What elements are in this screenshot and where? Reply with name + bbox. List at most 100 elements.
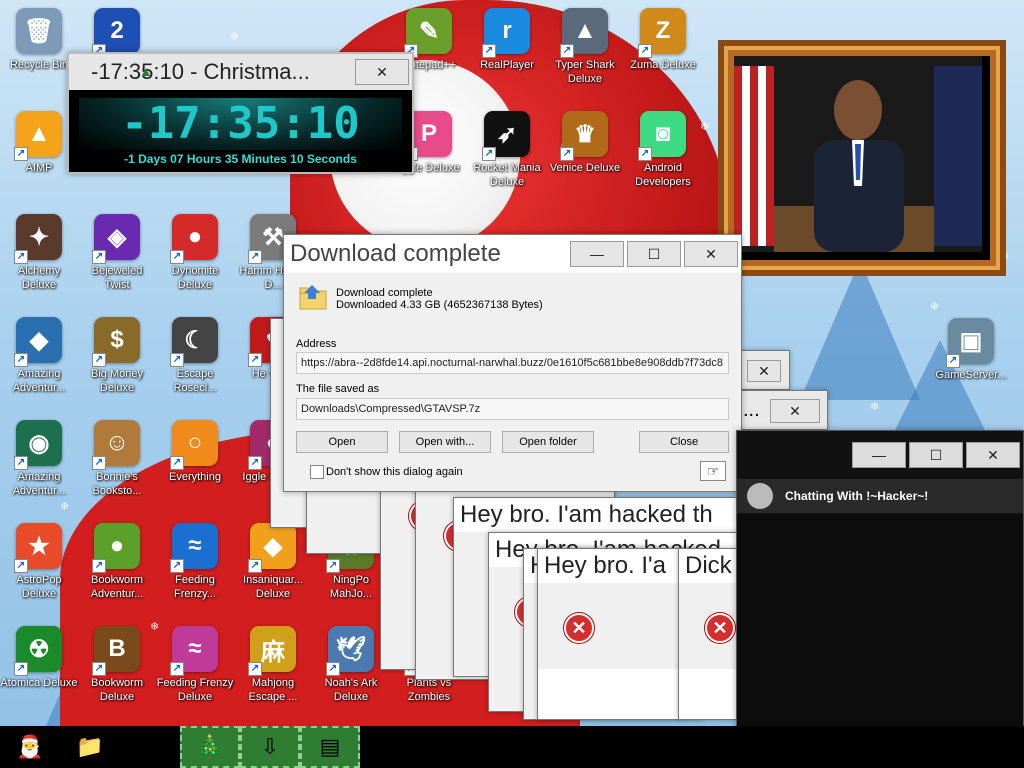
error-box[interactable]: Hey bro. I'a ✕ [537, 548, 682, 720]
shortcut-arrow-icon: ↗ [170, 353, 184, 367]
app-icon: ● ↗ [170, 214, 218, 264]
file-explorer-icon[interactable]: 📁 [60, 726, 120, 768]
error-close-button[interactable]: ✕ [770, 399, 820, 423]
desktop-icon-label: GameServer... [935, 369, 1007, 381]
desktop-icon[interactable]: ♛ ↗ Venice Deluxe [546, 111, 624, 175]
christmas-tree-icon[interactable]: 🎄 [180, 726, 240, 768]
chat-titlebar[interactable]: — ☐ ✕ [737, 431, 1023, 479]
clock-titlebar[interactable]: ▲ -17:35:10 - Christma... ✕ [69, 54, 412, 90]
chat-header: Chatting With !~Hacker~! [737, 479, 1023, 513]
app-icon: ☺ ↗ [92, 420, 140, 470]
shortcut-arrow-icon: ↗ [92, 250, 106, 264]
app-icon: r ↗ [482, 8, 530, 58]
download-complete-dialog[interactable]: Download complete — ☐ ✕ Download complet… [283, 234, 742, 492]
app-icon: ≈ ↗ [170, 523, 218, 573]
download-manager-icon[interactable]: ⇩ [240, 726, 300, 768]
shortcut-arrow-icon: ↗ [248, 662, 262, 676]
minimize-button[interactable]: — [570, 241, 624, 267]
tree-icon: ▲ [139, 63, 153, 79]
countdown-clock-window[interactable]: ▲ -17:35:10 - Christma... ✕ -17:35:10 -1… [67, 52, 414, 174]
desktop-icon[interactable]: B ↗ Bookworm Deluxe [78, 626, 156, 704]
photo-frame-widget[interactable] [718, 40, 1006, 276]
shortcut-arrow-icon: ↗ [14, 147, 28, 161]
desktop-icon[interactable]: 🕊 ↗ Noah's Ark Deluxe [312, 626, 390, 704]
error-box-titlebar[interactable]: ✕ [740, 350, 790, 390]
desktop-icon[interactable]: r ↗ RealPlayer [468, 8, 546, 72]
desktop-icon[interactable]: ▣ ↗ GameServer... [932, 318, 1010, 382]
portrait-photo [734, 56, 990, 260]
error-icon: ✕ [564, 613, 594, 643]
desktop-icon[interactable]: ○ ↗ Everything [156, 420, 234, 484]
desktop-icon[interactable]: ★ ↗ AstroPop Deluxe [0, 523, 78, 601]
shortcut-arrow-icon: ↗ [14, 559, 28, 573]
desktop-icon[interactable]: $ ↗ Big Money Deluxe [78, 317, 156, 395]
desktop-icon[interactable]: ≈ ↗ Feeding Frenzy Deluxe [156, 626, 234, 704]
desktop-icon[interactable]: ✦ ↗ Alchemy Deluxe [0, 214, 78, 292]
desktop-icon[interactable]: ☢ ↗ Atomica Deluxe [0, 626, 78, 690]
error-close-button[interactable]: ✕ [747, 360, 781, 382]
app-icon: ● ↗ [92, 523, 140, 573]
desktop-icon[interactable]: ◆ ↗ Insaniquar... Deluxe [234, 523, 312, 601]
desktop-icon[interactable]: ◈ ↗ Bejeweled Twist [78, 214, 156, 292]
desktop-icon[interactable]: Z ↗ Zuma Deluxe [624, 8, 702, 72]
dont-show-checkbox[interactable] [310, 465, 324, 479]
hand-pointer-icon[interactable]: ☞ [700, 461, 726, 481]
address-label: Address [296, 338, 337, 350]
shortcut-arrow-icon: ↗ [482, 147, 496, 161]
santa-icon[interactable]: 🎅 [0, 726, 60, 768]
close-dialog-button[interactable]: Close [639, 431, 729, 453]
shortcut-arrow-icon: ↗ [92, 456, 106, 470]
desktop-icon-label: Bookworm Deluxe [91, 677, 143, 703]
desktop-icon[interactable]: ➶ ↗ Rocket Mania Deluxe [468, 111, 546, 189]
close-button[interactable]: ✕ [684, 241, 738, 267]
error-title-ellipsis: ... [743, 399, 760, 421]
desktop-icon[interactable]: ≈ ↗ Feeding Frenzy... [156, 523, 234, 601]
desktop-icon-label: Rocket Mania Deluxe [473, 162, 541, 188]
desktop-icon[interactable]: ◆ ↗ Amazing Adventur... [0, 317, 78, 395]
desktop-icon[interactable]: ☾ ↗ Escape Rosecl... [156, 317, 234, 395]
desktop-icon[interactable]: ▲ ↗ Typer Shark Deluxe [546, 8, 624, 86]
desktop-icon[interactable]: ● ↗ Dynomite Deluxe [156, 214, 234, 292]
error-box[interactable]: Dick ✕ [678, 548, 738, 720]
desktop-icon[interactable]: ◉ ↗ Amazing Adventur... [0, 420, 78, 498]
saved-path-field[interactable] [296, 398, 729, 420]
open-folder-button[interactable]: Open folder [502, 431, 594, 453]
desktop-icon-label: Atomica Deluxe [0, 677, 78, 689]
app-icon: ◙ ↗ [638, 111, 686, 161]
open-button[interactable]: Open [296, 431, 388, 453]
app-icon: ▲ ↗ [14, 111, 62, 161]
address-field[interactable] [296, 352, 729, 374]
app-icon: Z ↗ [638, 8, 686, 58]
desktop-icon[interactable]: 麻 ↗ Mahjong Escape ... [234, 626, 312, 704]
chat-close-button[interactable]: ✕ [966, 442, 1020, 468]
shortcut-arrow-icon: ↗ [14, 662, 28, 676]
maximize-button[interactable]: ☐ [627, 241, 681, 267]
desktop-icon[interactable]: ◙ ↗ Android Developers [624, 111, 702, 189]
chat-maximize-button[interactable]: ☐ [909, 442, 963, 468]
error-box-titlebar[interactable]: ... ✕ [740, 390, 828, 430]
desktop-icon-label: Bejeweled Twist [91, 265, 143, 291]
clock-title: -17:35:10 - Christma... [91, 59, 310, 84]
desktop-icon-label: Bonnie's Booksto... [92, 471, 142, 497]
chat-window[interactable]: — ☐ ✕ Chatting With !~Hacker~! [736, 430, 1024, 768]
shortcut-arrow-icon: ↗ [560, 147, 574, 161]
shortcut-arrow-icon: ↗ [326, 662, 340, 676]
chrome-icon[interactable]: ◎ [120, 726, 180, 768]
clock-close-button[interactable]: ✕ [355, 59, 409, 85]
desktop-icon-label: Zuma Deluxe [630, 59, 696, 71]
app-icon: ○ ↗ [170, 420, 218, 470]
desktop-icon-label: Noah's Ark Deluxe [324, 677, 378, 703]
open-with-button[interactable]: Open with... [399, 431, 491, 453]
download-dialog-titlebar[interactable]: Download complete — ☐ ✕ [284, 235, 741, 273]
shortcut-arrow-icon: ↗ [248, 456, 262, 470]
desktop-icon-label: Alchemy Deluxe [17, 265, 61, 291]
error-title: Hey bro. I'a [538, 549, 681, 583]
desktop-icon[interactable]: ● ↗ Bookworm Adventur... [78, 523, 156, 601]
notepad-icon[interactable]: ▤ [300, 726, 360, 768]
desktop-icon-label: Dynomite Deluxe [171, 265, 219, 291]
error-icon: ✕ [705, 613, 735, 643]
desktop-icon[interactable]: ☺ ↗ Bonnie's Booksto... [78, 420, 156, 498]
chat-minimize-button[interactable]: — [852, 442, 906, 468]
app-icon: ♛ ↗ [560, 111, 608, 161]
app-icon: ≈ ↗ [170, 626, 218, 676]
